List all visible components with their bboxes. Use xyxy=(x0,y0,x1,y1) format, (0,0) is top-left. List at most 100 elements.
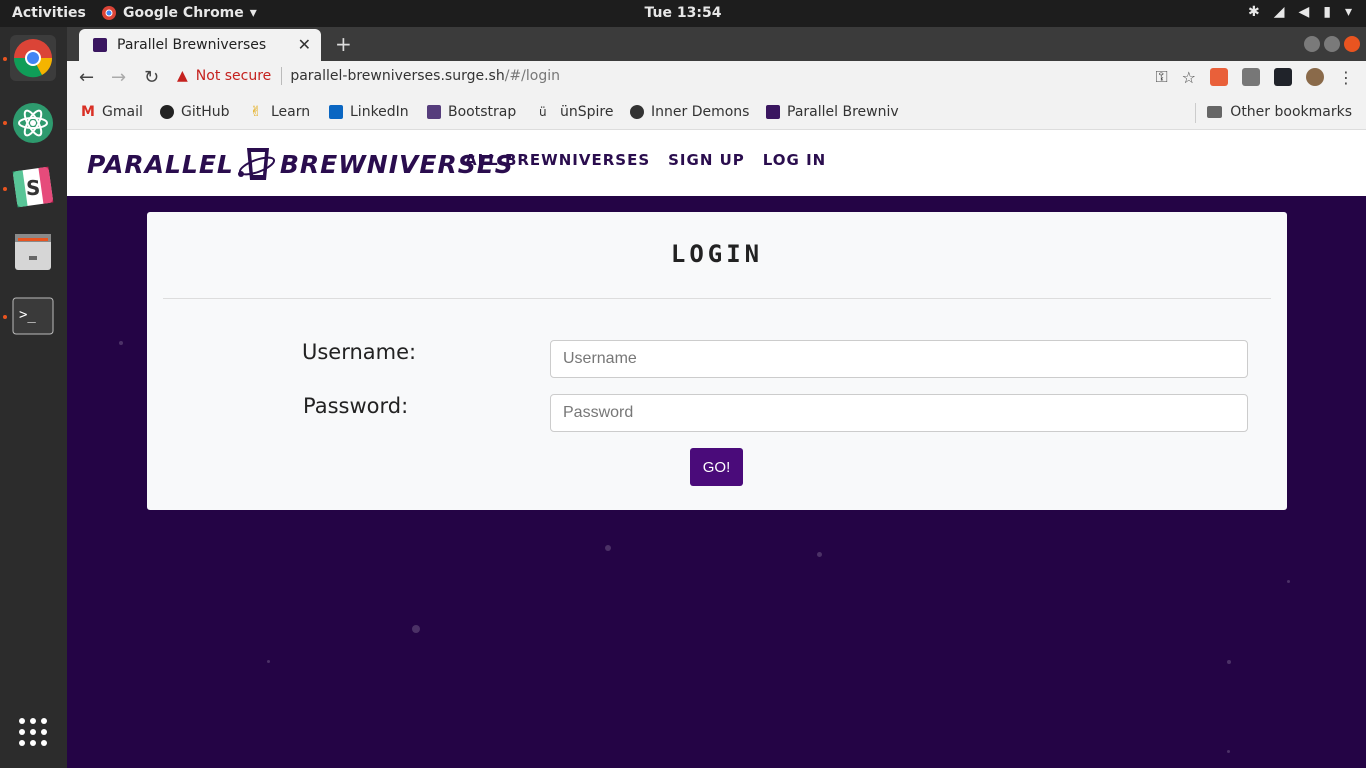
volume-icon: ◀ xyxy=(1298,4,1310,20)
close-tab-icon[interactable]: ✕ xyxy=(298,35,311,54)
background-star xyxy=(1227,750,1230,753)
login-title: LOGIN xyxy=(670,240,764,268)
divider xyxy=(1195,103,1196,123)
security-indicator[interactable]: Not secure xyxy=(196,68,272,84)
bookmark-unspire[interactable]: ü ünSpire xyxy=(539,104,613,120)
submit-button[interactable]: GO! xyxy=(690,448,743,486)
learn-icon: ✌ xyxy=(250,104,262,120)
toolbar-actions: ⚿ ☆ ⋮ xyxy=(1155,67,1354,87)
bookmark-github[interactable]: GitHub xyxy=(160,104,230,120)
system-menu-chevron-icon[interactable]: ▾ xyxy=(1345,4,1352,20)
skull-icon xyxy=(630,105,644,119)
running-indicator xyxy=(3,187,7,191)
new-tab-button[interactable]: + xyxy=(335,32,352,56)
slack-launcher[interactable]: S xyxy=(10,164,56,210)
bootstrap-icon xyxy=(427,105,441,119)
bookmark-label: Learn xyxy=(271,104,311,120)
bookmarks-bar: M Gmail GitHub ✌ Learn LinkedIn Bootstrap … xyxy=(67,97,1366,130)
system-top-bar: Activities Google Chrome ▾ Tue 13:54 ✱ ◢… xyxy=(0,0,1366,27)
bookmark-star-icon[interactable]: ☆ xyxy=(1182,68,1196,87)
profile-avatar[interactable] xyxy=(1306,68,1324,86)
chrome-icon xyxy=(13,39,53,78)
terminal-icon: >_ xyxy=(12,297,54,335)
site-nav-links: ALL BREWNIVERSES SIGN UP LOG IN xyxy=(465,151,826,169)
divider xyxy=(163,298,1271,299)
site-favicon-icon xyxy=(93,38,107,52)
warning-icon: ▲ xyxy=(177,68,188,84)
bookmark-label: LinkedIn xyxy=(350,104,409,120)
url-path: /#/login xyxy=(504,68,560,84)
tray-app-icon[interactable]: ✱ xyxy=(1248,4,1260,20)
system-tray[interactable]: ✱ ◢ ◀ ▮ ▾ xyxy=(1248,4,1352,20)
background-star xyxy=(817,552,822,557)
terminal-launcher[interactable]: >_ xyxy=(10,293,56,339)
show-applications-button[interactable] xyxy=(10,709,56,755)
reload-button[interactable]: ↻ xyxy=(144,67,159,88)
password-label: Password: xyxy=(303,394,409,418)
react-devtools-icon[interactable] xyxy=(1274,68,1292,86)
background-star xyxy=(119,341,123,345)
kebab-menu-icon[interactable]: ⋮ xyxy=(1338,68,1354,87)
divider xyxy=(281,67,283,85)
site-logo[interactable]: PARALLEL BREWNIVERSES xyxy=(87,144,514,184)
bookmark-learn[interactable]: ✌ Learn xyxy=(250,104,310,120)
password-input[interactable] xyxy=(550,394,1248,432)
background-star xyxy=(1227,660,1231,664)
bookmark-parallel-brewniverses[interactable]: Parallel Brewniv xyxy=(766,104,900,120)
extension-icon[interactable] xyxy=(1210,68,1228,86)
url-host: parallel-brewniverses.surge.sh xyxy=(290,68,505,84)
nav-sign-up[interactable]: SIGN UP xyxy=(668,151,745,169)
files-launcher[interactable] xyxy=(10,228,56,274)
battery-icon: ▮ xyxy=(1323,4,1331,20)
other-bookmarks[interactable]: Other bookmarks xyxy=(1207,104,1352,120)
atom-launcher[interactable] xyxy=(10,100,56,146)
back-button[interactable]: ← xyxy=(79,67,94,88)
app-menu[interactable]: Google Chrome ▾ xyxy=(101,5,257,21)
address-bar[interactable]: ▲ Not secure parallel-brewniverses.surge… xyxy=(177,67,560,85)
background-star xyxy=(1287,580,1290,583)
running-indicator xyxy=(3,315,7,319)
running-indicator xyxy=(3,121,7,125)
github-icon xyxy=(160,105,174,119)
login-card: LOGIN Username: Password: GO! xyxy=(147,212,1287,510)
window-controls xyxy=(1304,36,1360,52)
minimize-button[interactable] xyxy=(1304,36,1320,52)
beer-cup-icon xyxy=(237,148,275,180)
bookmark-label: Inner Demons xyxy=(651,104,750,120)
close-window-button[interactable] xyxy=(1344,36,1360,52)
wifi-icon: ◢ xyxy=(1273,4,1285,20)
dock: S >_ xyxy=(0,27,67,768)
folder-icon xyxy=(1207,106,1223,118)
maximize-button[interactable] xyxy=(1324,36,1340,52)
activities-button[interactable]: Activities xyxy=(12,5,86,21)
username-input[interactable] xyxy=(550,340,1248,378)
bookmark-inner-demons[interactable]: Inner Demons xyxy=(630,104,749,120)
bookmark-linkedin[interactable]: LinkedIn xyxy=(329,104,409,120)
bookmark-bootstrap[interactable]: Bootstrap xyxy=(427,104,516,120)
running-indicator xyxy=(3,57,7,61)
atom-icon xyxy=(13,103,53,143)
browser-toolbar: ← → ↻ ▲ Not secure parallel-brewniverses… xyxy=(67,61,1366,97)
tab-parallel-brewniverses[interactable]: Parallel Brewniverses ✕ xyxy=(79,29,321,61)
username-label: Username: xyxy=(302,340,417,364)
bookmark-label: ünSpire xyxy=(560,104,614,120)
forward-button[interactable]: → xyxy=(111,67,126,88)
bookmark-label: Gmail xyxy=(102,104,143,120)
app-grid-icon xyxy=(19,718,47,746)
bookmark-label: Parallel Brewniv xyxy=(787,104,899,120)
browser-window: Parallel Brewniverses ✕ + ← → ↻ ▲ Not se… xyxy=(67,27,1366,768)
nav-log-in[interactable]: LOG IN xyxy=(763,151,826,169)
background-star xyxy=(605,545,611,551)
web-page: PARALLEL BREWNIVERSES ALL BREWNIVERSES S… xyxy=(67,130,1366,768)
gmail-icon: M xyxy=(81,104,95,120)
file-cabinet-icon xyxy=(15,234,51,270)
chevron-down-icon: ▾ xyxy=(249,5,257,21)
nav-all-brewniverses[interactable]: ALL BREWNIVERSES xyxy=(465,151,650,169)
bookmark-label: GitHub xyxy=(181,104,230,120)
other-bookmarks-label: Other bookmarks xyxy=(1230,104,1352,120)
font-extension-icon[interactable] xyxy=(1242,68,1260,86)
bookmark-gmail[interactable]: M Gmail xyxy=(81,104,143,120)
chrome-launcher[interactable] xyxy=(10,35,56,81)
chrome-small-icon xyxy=(102,6,116,20)
key-icon[interactable]: ⚿ xyxy=(1155,67,1167,87)
